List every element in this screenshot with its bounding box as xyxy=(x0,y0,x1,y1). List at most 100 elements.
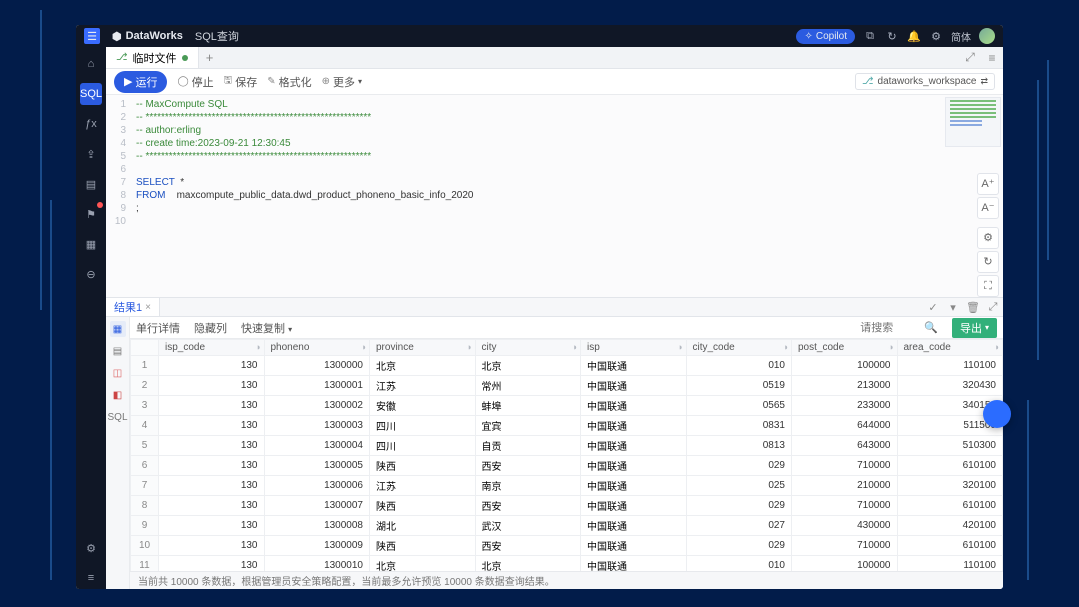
result-heat-icon[interactable]: ◧ xyxy=(110,387,126,403)
cell[interactable]: 130 xyxy=(159,396,265,416)
table-row[interactable]: 51301300004四川自贡中国联通0813643000510300 xyxy=(131,436,1003,456)
nav-sql-query[interactable]: SQL查询 xyxy=(195,28,239,44)
avatar[interactable] xyxy=(979,28,995,44)
cell[interactable]: 130 xyxy=(159,456,265,476)
cell[interactable]: 029 xyxy=(686,456,792,476)
result-grid-icon[interactable]: ▦ xyxy=(110,321,126,337)
cell[interactable]: 陕西 xyxy=(370,496,476,516)
cell[interactable]: 0565 xyxy=(686,396,792,416)
cell[interactable]: 130 xyxy=(159,476,265,496)
column-header[interactable]: area_code◑ xyxy=(897,340,1003,356)
cell[interactable]: 湖北 xyxy=(370,516,476,536)
cell[interactable]: 025 xyxy=(686,476,792,496)
rail-sql-icon[interactable]: SQL xyxy=(80,83,102,105)
cell[interactable]: 中国联通 xyxy=(581,456,687,476)
column-header[interactable]: isp_code◑ xyxy=(159,340,265,356)
rail-apps-icon[interactable]: ▦ xyxy=(80,233,102,255)
hamburger-icon[interactable]: ☰ xyxy=(84,28,100,44)
search-icon[interactable]: 🔍 xyxy=(924,321,938,334)
filter-icon[interactable]: ◑ xyxy=(572,342,577,352)
table-row[interactable]: 11301300000北京北京中国联通010100000110100 xyxy=(131,356,1003,376)
cell[interactable]: 0519 xyxy=(686,376,792,396)
cell[interactable]: 110100 xyxy=(897,356,1003,376)
cell[interactable]: 中国联通 xyxy=(581,416,687,436)
cell[interactable]: 1300003 xyxy=(264,416,370,436)
cell[interactable]: 西安 xyxy=(475,536,581,556)
cell[interactable]: 1300010 xyxy=(264,556,370,572)
table-row[interactable]: 91301300008湖北武汉中国联通027430000420100 xyxy=(131,516,1003,536)
cell[interactable]: 中国联通 xyxy=(581,356,687,376)
table-row[interactable]: 71301300006江苏南京中国联通025210000320100 xyxy=(131,476,1003,496)
cell[interactable]: 710000 xyxy=(792,536,898,556)
result-expand-icon[interactable]: ⤢ xyxy=(983,298,1003,316)
column-header[interactable]: post_code◑ xyxy=(792,340,898,356)
cell[interactable]: 1300000 xyxy=(264,356,370,376)
rail-upload-icon[interactable]: ⇪ xyxy=(80,143,102,165)
cell[interactable]: 中国联通 xyxy=(581,496,687,516)
expand-float-button[interactable]: ⛶ xyxy=(977,275,999,297)
cell[interactable]: 陕西 xyxy=(370,456,476,476)
code-editor[interactable]: 12345678910 -- MaxCompute SQL-- ********… xyxy=(106,95,1003,297)
cell[interactable]: 陕西 xyxy=(370,536,476,556)
result-grid[interactable]: isp_code◑phoneno◑province◑city◑isp◑city_… xyxy=(130,339,1003,571)
rail-settings-icon[interactable]: ⚙ xyxy=(80,537,102,559)
cell[interactable]: 130 xyxy=(159,416,265,436)
rail-warn-icon[interactable]: ⊖ xyxy=(80,263,102,285)
cell[interactable]: 江苏 xyxy=(370,376,476,396)
cell[interactable]: 710000 xyxy=(792,496,898,516)
cell[interactable]: 320100 xyxy=(897,476,1003,496)
font-decrease-button[interactable]: A⁻ xyxy=(977,197,999,219)
column-header[interactable]: city◑ xyxy=(475,340,581,356)
language-switch[interactable]: 简体 xyxy=(951,29,971,44)
cell[interactable]: 130 xyxy=(159,356,265,376)
hide-column-button[interactable]: 隐藏列 xyxy=(194,320,227,336)
cell[interactable]: 610100 xyxy=(897,536,1003,556)
minimap[interactable] xyxy=(945,97,1001,147)
result-chevron-down-icon[interactable]: ▾ xyxy=(943,298,963,316)
result-tab[interactable]: 结果1 × xyxy=(106,298,160,316)
cell[interactable]: 233000 xyxy=(792,396,898,416)
rail-collapse-icon[interactable]: ≡ xyxy=(80,567,102,589)
copilot-button[interactable]: ✧ Copilot xyxy=(796,29,855,44)
quick-copy-button[interactable]: 快速复制 ▾ xyxy=(241,320,292,336)
cell[interactable]: 1300001 xyxy=(264,376,370,396)
close-icon[interactable]: × xyxy=(145,302,151,313)
cell[interactable]: 中国联通 xyxy=(581,516,687,536)
cell[interactable]: 010 xyxy=(686,556,792,572)
file-tab[interactable]: ⎇ 临时文件 xyxy=(106,47,199,68)
cell[interactable]: 100000 xyxy=(792,556,898,572)
cell[interactable]: 213000 xyxy=(792,376,898,396)
result-delete-icon[interactable]: 🗑 xyxy=(963,298,983,316)
cell[interactable]: 0813 xyxy=(686,436,792,456)
settings-float-button[interactable]: ⚙ xyxy=(977,227,999,249)
cell[interactable]: 中国联通 xyxy=(581,396,687,416)
rail-database-icon[interactable]: ▤ xyxy=(80,173,102,195)
table-row[interactable]: 81301300007陕西西安中国联通029710000610100 xyxy=(131,496,1003,516)
cell[interactable]: 1300008 xyxy=(264,516,370,536)
cell[interactable]: 常州 xyxy=(475,376,581,396)
cell[interactable]: 610100 xyxy=(897,456,1003,476)
result-chart-icon[interactable]: ◫ xyxy=(110,365,126,381)
cell[interactable]: 北京 xyxy=(475,556,581,572)
cell[interactable]: 自贡 xyxy=(475,436,581,456)
table-row[interactable]: 61301300005陕西西安中国联通029710000610100 xyxy=(131,456,1003,476)
export-button[interactable]: 导出 ▾ xyxy=(952,318,997,338)
run-button[interactable]: ▶ 运行 xyxy=(114,71,167,93)
cell[interactable]: 130 xyxy=(159,516,265,536)
tab-expand-icon[interactable]: ⤢ xyxy=(959,47,981,68)
tab-add-button[interactable]: + xyxy=(199,47,221,68)
cell[interactable]: 中国联通 xyxy=(581,556,687,572)
filter-icon[interactable]: ◑ xyxy=(255,342,260,352)
cell[interactable]: 1300005 xyxy=(264,456,370,476)
refresh-float-button[interactable]: ↻ xyxy=(977,251,999,273)
cell[interactable]: 北京 xyxy=(370,356,476,376)
cell[interactable]: 130 xyxy=(159,436,265,456)
format-button[interactable]: ✎格式化 xyxy=(267,74,311,90)
cell[interactable]: 420100 xyxy=(897,516,1003,536)
cell[interactable]: 四川 xyxy=(370,436,476,456)
cell[interactable]: 北京 xyxy=(475,356,581,376)
cell[interactable]: 610100 xyxy=(897,496,1003,516)
cell[interactable]: 北京 xyxy=(370,556,476,572)
cell[interactable]: 西安 xyxy=(475,496,581,516)
cell[interactable]: 中国联通 xyxy=(581,436,687,456)
